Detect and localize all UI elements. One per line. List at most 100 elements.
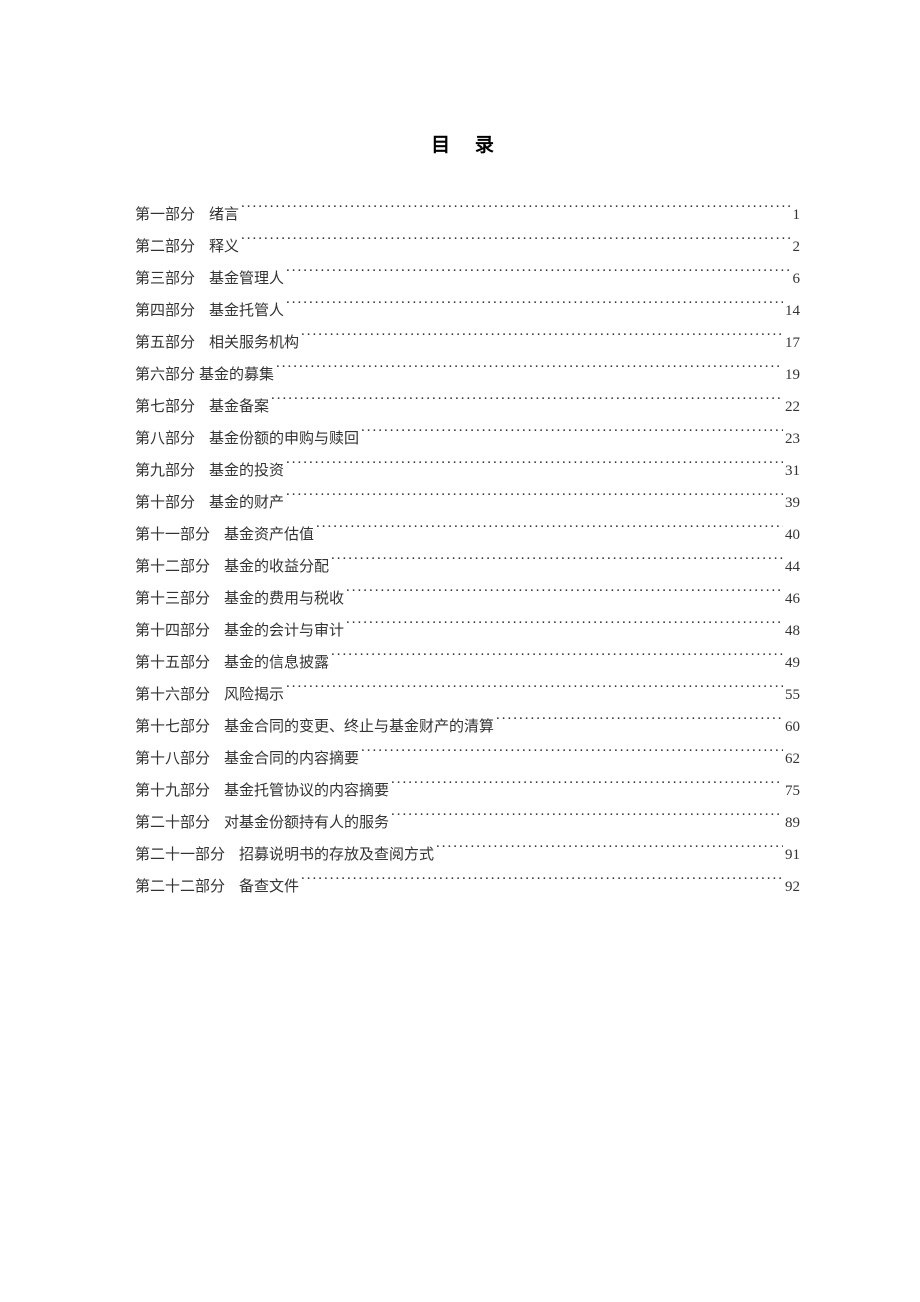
toc-chapter-title: 基金托管人 [209,295,284,327]
toc-chapter-title: 绪言 [209,199,239,231]
toc-page-number: 40 [785,519,800,551]
toc-part-label: 第十一部分 [135,519,210,551]
toc-leader-dots [276,364,783,379]
toc-row: 第二十二部分备查文件 92 [135,871,800,903]
toc-chapter-title: 基金的会计与审计 [224,615,344,647]
toc-row: 第二十一部分招募说明书的存放及查阅方式 91 [135,839,800,871]
toc-leader-dots [316,524,783,539]
toc-leader-dots [301,876,783,891]
toc-chapter-title: 对基金份额持有人的服务 [224,807,389,839]
toc-page-number: 89 [785,807,800,839]
toc-leader-dots [301,332,783,347]
toc-page-number: 60 [785,711,800,743]
toc-row: 第十六部分风险揭示 55 [135,679,800,711]
toc-row: 第四部分基金托管人 14 [135,295,800,327]
toc-page-number: 92 [785,871,800,903]
toc-chapter-title: 基金的收益分配 [224,551,329,583]
toc-row: 第十四部分基金的会计与审计 48 [135,615,800,647]
toc-chapter-title: 基金的财产 [209,487,284,519]
toc-chapter-title: 基金托管协议的内容摘要 [224,775,389,807]
toc-chapter-title: 风险揭示 [224,679,284,711]
toc-row: 第十一部分基金资产估值 40 [135,519,800,551]
toc-row: 第一部分绪言 1 [135,199,800,231]
toc-leader-dots [286,684,783,699]
toc-page-number: 55 [785,679,800,711]
toc-page-number: 46 [785,583,800,615]
toc-leader-dots [271,396,783,411]
toc-chapter-title: 基金管理人 [209,263,284,295]
toc-page-number: 44 [785,551,800,583]
toc-part-label: 第四部分 [135,295,195,327]
toc-leader-dots [361,428,783,443]
toc-part-label: 第十三部分 [135,583,210,615]
toc-page-number: 62 [785,743,800,775]
toc-row: 第五部分相关服务机构 17 [135,327,800,359]
toc-chapter-title: 基金份额的申购与赎回 [209,423,359,455]
toc-row: 第十三部分基金的费用与税收 46 [135,583,800,615]
toc-row: 第十部分基金的财产 39 [135,487,800,519]
toc-part-label: 第十八部分 [135,743,210,775]
toc-part-label: 第十四部分 [135,615,210,647]
toc-part-label: 第十六部分 [135,679,210,711]
toc-row: 第三部分基金管理人 6 [135,263,800,295]
toc-row: 第十八部分基金合同的内容摘要 62 [135,743,800,775]
toc-row: 第十七部分基金合同的变更、终止与基金财产的清算60 [135,711,800,743]
toc-page-number: 19 [785,359,800,391]
toc-part-label: 第二部分 [135,231,195,263]
toc-chapter-title: 基金资产估值 [224,519,314,551]
toc-row: 第七部分基金备案 22 [135,391,800,423]
toc-leader-dots [346,620,783,635]
toc-chapter-title: 相关服务机构 [209,327,299,359]
toc-part-label: 第二十一部分 [135,839,225,871]
toc-page-number: 2 [793,231,801,263]
toc-page-number: 6 [793,263,801,295]
toc-chapter-title: 备查文件 [239,871,299,903]
toc-chapter-title: 基金的信息披露 [224,647,329,679]
toc-part-label: 第十部分 [135,487,195,519]
toc-part-label: 第八部分 [135,423,195,455]
toc-leader-dots [436,844,783,859]
toc-part-label: 第十七部分 [135,711,210,743]
toc-leader-dots [286,492,783,507]
toc-page-number: 17 [785,327,800,359]
toc-part-label: 第一部分 [135,199,195,231]
toc-leader-dots [391,812,783,827]
toc-row: 第十二部分基金的收益分配 44 [135,551,800,583]
toc-part-label: 第三部分 [135,263,195,295]
toc-row: 第八部分基金份额的申购与赎回 23 [135,423,800,455]
toc-page-number: 75 [785,775,800,807]
toc-leader-dots [331,556,783,571]
toc-page-number: 31 [785,455,800,487]
toc-page-number: 14 [785,295,800,327]
toc-page-number: 22 [785,391,800,423]
toc-page-number: 39 [785,487,800,519]
toc-page-number: 48 [785,615,800,647]
toc-page-number: 1 [793,199,801,231]
toc-part-label: 第二十部分 [135,807,210,839]
toc-leader-dots [496,716,783,731]
toc-part-label: 第七部分 [135,391,195,423]
document-page: 目 录 第一部分绪言1第二部分释义2第三部分基金管理人6第四部分基金托管人14第… [0,0,920,903]
toc-part-label: 第五部分 [135,327,195,359]
toc-row: 第十九部分基金托管协议的内容摘要75 [135,775,800,807]
toc-chapter-title: 基金的投资 [209,455,284,487]
toc-row: 第十五部分基金的信息披露49 [135,647,800,679]
toc-part-label: 第六部分 [135,359,195,391]
toc-chapter-title: 基金备案 [209,391,269,423]
toc-page-number: 23 [785,423,800,455]
toc-row: 第九部分基金的投资31 [135,455,800,487]
toc-part-label: 第十二部分 [135,551,210,583]
toc-leader-dots [286,300,783,315]
toc-chapter-title: 招募说明书的存放及查阅方式 [239,839,434,871]
toc-chapter-title: 基金的募集 [199,359,274,391]
toc-chapter-title: 基金的费用与税收 [224,583,344,615]
table-of-contents: 第一部分绪言1第二部分释义2第三部分基金管理人6第四部分基金托管人14第五部分相… [135,199,800,903]
toc-part-label: 第二十二部分 [135,871,225,903]
toc-leader-dots [391,780,783,795]
toc-page-number: 91 [785,839,800,871]
toc-leader-dots [286,268,790,283]
toc-row: 第二十部分对基金份额持有人的服务 89 [135,807,800,839]
toc-chapter-title: 基金合同的内容摘要 [224,743,359,775]
toc-part-label: 第十五部分 [135,647,210,679]
toc-leader-dots [331,652,783,667]
